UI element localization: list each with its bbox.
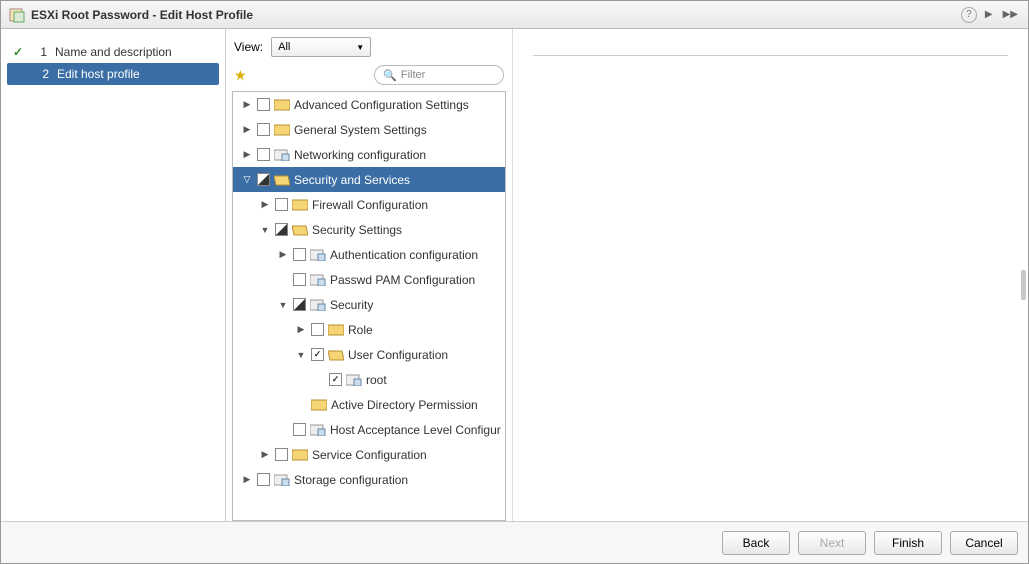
- view-row: View: All ▼: [226, 37, 512, 63]
- folder-open-icon: [328, 348, 344, 361]
- step-label: Name and description: [55, 45, 172, 59]
- filter-input[interactable]: 🔍 Filter: [374, 65, 504, 85]
- expand-toggle[interactable]: ▶: [295, 324, 307, 335]
- folder-icon: [274, 123, 290, 136]
- filter-row: ★ 🔍 Filter: [226, 63, 512, 91]
- checkbox[interactable]: [311, 348, 324, 361]
- checkbox[interactable]: [257, 98, 270, 111]
- search-icon: 🔍: [383, 69, 397, 82]
- scrollbar-thumb[interactable]: [1021, 270, 1026, 300]
- checkbox[interactable]: [257, 148, 270, 161]
- folder-icon: [328, 323, 344, 336]
- dialog-title: ESXi Root Password - Edit Host Profile: [31, 8, 253, 22]
- folder-icon: [292, 198, 308, 211]
- chevron-down-icon: ▼: [356, 43, 364, 52]
- edit-host-profile-dialog: ESXi Root Password - Edit Host Profile ?…: [0, 0, 1029, 564]
- checkbox[interactable]: [293, 423, 306, 436]
- tree-node-role[interactable]: ▶ Role: [233, 317, 505, 342]
- tree-node-storage[interactable]: ▶ Storage configuration: [233, 467, 505, 492]
- expand-toggle[interactable]: ▶: [277, 249, 289, 260]
- view-label: View:: [234, 40, 263, 54]
- view-dropdown[interactable]: All ▼: [271, 37, 371, 57]
- expand-toggle[interactable]: ▶: [241, 149, 253, 160]
- checkbox[interactable]: [257, 173, 270, 186]
- folder-icon: [292, 448, 308, 461]
- step-name-description[interactable]: ✓ 1 Name and description: [1, 41, 225, 63]
- tree-node-service-config[interactable]: ▶ Service Configuration: [233, 442, 505, 467]
- help-icon[interactable]: ?: [961, 7, 977, 23]
- profile-tree: ▶ Advanced Configuration Settings ▶ Gene…: [232, 91, 506, 521]
- collapse-toggle[interactable]: ▼: [259, 225, 271, 235]
- step-edit-host-profile[interactable]: 2 Edit host profile: [7, 63, 219, 85]
- expand-toggle[interactable]: ▶: [241, 124, 253, 135]
- host-profile-icon: [9, 7, 25, 23]
- next-button: Next: [798, 531, 866, 555]
- finish-button[interactable]: Finish: [874, 531, 942, 555]
- checkmark-icon: ✓: [13, 45, 27, 59]
- checkbox[interactable]: [311, 323, 324, 336]
- dialog-footer: Back Next Finish Cancel: [1, 521, 1028, 563]
- wizard-steps: ✓ 1 Name and description 2 Edit host pro…: [1, 29, 225, 521]
- checkbox[interactable]: [275, 198, 288, 211]
- checkbox[interactable]: [293, 248, 306, 261]
- back-button[interactable]: Back: [722, 531, 790, 555]
- tree-node-root[interactable]: root: [233, 367, 505, 392]
- profile-folder-icon: [310, 298, 326, 311]
- divider: [533, 55, 1008, 56]
- profile-folder-icon: [274, 473, 290, 486]
- detail-panel: [513, 29, 1028, 521]
- tree-node-ad-permission[interactable]: Active Directory Permission: [233, 392, 505, 417]
- profile-folder-icon: [310, 423, 326, 436]
- profile-leaf-icon: [346, 373, 362, 386]
- tree-node-general-system[interactable]: ▶ General System Settings: [233, 117, 505, 142]
- tree-node-host-acceptance[interactable]: Host Acceptance Level Configur: [233, 417, 505, 442]
- collapse-toggle[interactable]: ▼: [277, 300, 289, 310]
- step-label: Edit host profile: [57, 67, 140, 81]
- checkbox[interactable]: [293, 298, 306, 311]
- checkbox[interactable]: [275, 223, 288, 236]
- checkbox[interactable]: [257, 123, 270, 136]
- tree-node-user-config[interactable]: ▼ User Configuration: [233, 342, 505, 367]
- profile-folder-icon: [310, 273, 326, 286]
- folder-icon: [311, 398, 327, 411]
- collapse-toggle[interactable]: ▼: [295, 350, 307, 360]
- favorite-icon[interactable]: ★: [234, 67, 247, 84]
- tree-node-networking[interactable]: ▶ Networking configuration: [233, 142, 505, 167]
- expand-toggle[interactable]: ▶: [241, 474, 253, 485]
- folder-open-icon: [292, 223, 308, 236]
- checkbox[interactable]: [275, 448, 288, 461]
- tree-node-advanced-config[interactable]: ▶ Advanced Configuration Settings: [233, 92, 505, 117]
- collapse-toggle[interactable]: ▽: [241, 174, 253, 185]
- tree-panel: View: All ▼ ★ 🔍 Filter ▶ A: [225, 29, 513, 521]
- collapse-icon[interactable]: ▶: [983, 9, 995, 20]
- tree-node-security-settings[interactable]: ▼ Security Settings: [233, 217, 505, 242]
- tree-node-auth-config[interactable]: ▶ Authentication configuration: [233, 242, 505, 267]
- titlebar: ESXi Root Password - Edit Host Profile ?…: [1, 1, 1028, 29]
- folder-icon: [274, 98, 290, 111]
- expand-toggle[interactable]: ▶: [259, 199, 271, 210]
- tree-node-firewall[interactable]: ▶ Firewall Configuration: [233, 192, 505, 217]
- expand-toggle[interactable]: ▶: [259, 449, 271, 460]
- tree-node-security-services[interactable]: ▽ Security and Services: [233, 167, 505, 192]
- profile-folder-icon: [310, 248, 326, 261]
- checkbox[interactable]: [329, 373, 342, 386]
- profile-folder-icon: [274, 148, 290, 161]
- checkbox[interactable]: [257, 473, 270, 486]
- expand-toggle[interactable]: ▶: [241, 99, 253, 110]
- tree-node-passwd-pam[interactable]: Passwd PAM Configuration: [233, 267, 505, 292]
- folder-open-icon: [274, 173, 290, 186]
- checkbox[interactable]: [293, 273, 306, 286]
- tree-node-security[interactable]: ▼ Security: [233, 292, 505, 317]
- cancel-button[interactable]: Cancel: [950, 531, 1018, 555]
- expand-icon[interactable]: ▶▶: [1001, 9, 1020, 20]
- dialog-body: ✓ 1 Name and description 2 Edit host pro…: [1, 29, 1028, 521]
